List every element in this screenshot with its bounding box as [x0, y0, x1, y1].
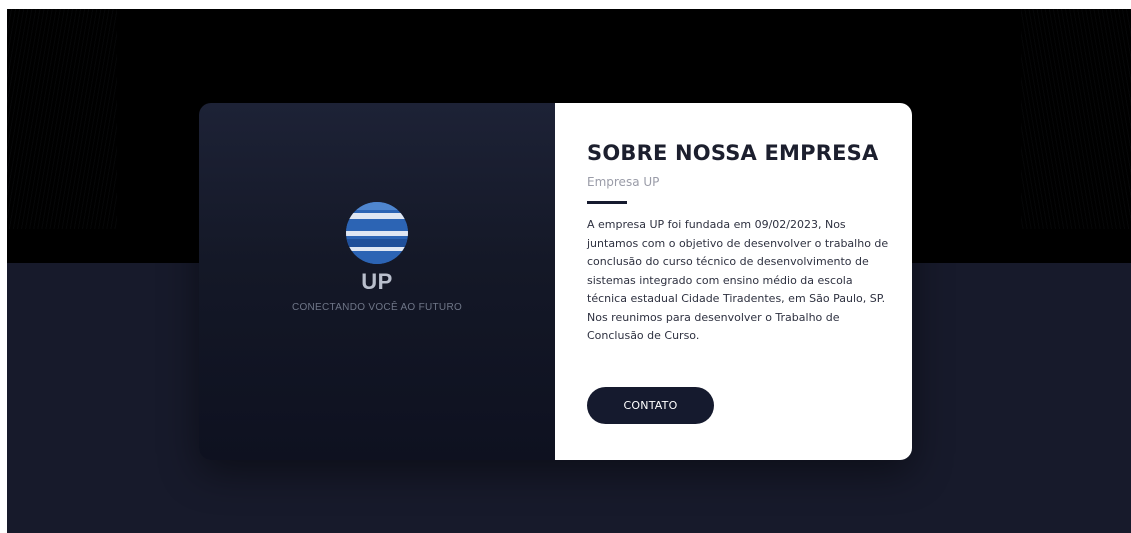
about-title: SOBRE NOSSA EMPRESA — [587, 141, 879, 165]
about-panel: SOBRE NOSSA EMPRESA Empresa UP A empresa… — [555, 103, 912, 460]
brand-panel: UP CONECTANDO VOCÊ AO FUTURO — [199, 103, 555, 460]
decorative-lines-left — [7, 9, 117, 229]
logo-block: UP CONECTANDO VOCÊ AO FUTURO — [199, 201, 555, 313]
about-description: A empresa UP foi fundada em 09/02/2023, … — [587, 218, 889, 342]
page-viewport: UP CONECTANDO VOCÊ AO FUTURO SOBRE NOSSA… — [7, 9, 1131, 533]
decorative-lines-right — [1021, 9, 1131, 229]
striped-globe-logo-icon — [346, 202, 408, 264]
about-subtitle: Empresa UP — [587, 175, 660, 189]
about-card: UP CONECTANDO VOCÊ AO FUTURO SOBRE NOSSA… — [199, 103, 912, 460]
brand-tagline: CONECTANDO VOCÊ AO FUTURO — [291, 302, 463, 313]
brand-name: UP — [361, 269, 393, 294]
title-divider — [587, 201, 627, 204]
contact-button[interactable]: CONTATO — [587, 387, 714, 424]
